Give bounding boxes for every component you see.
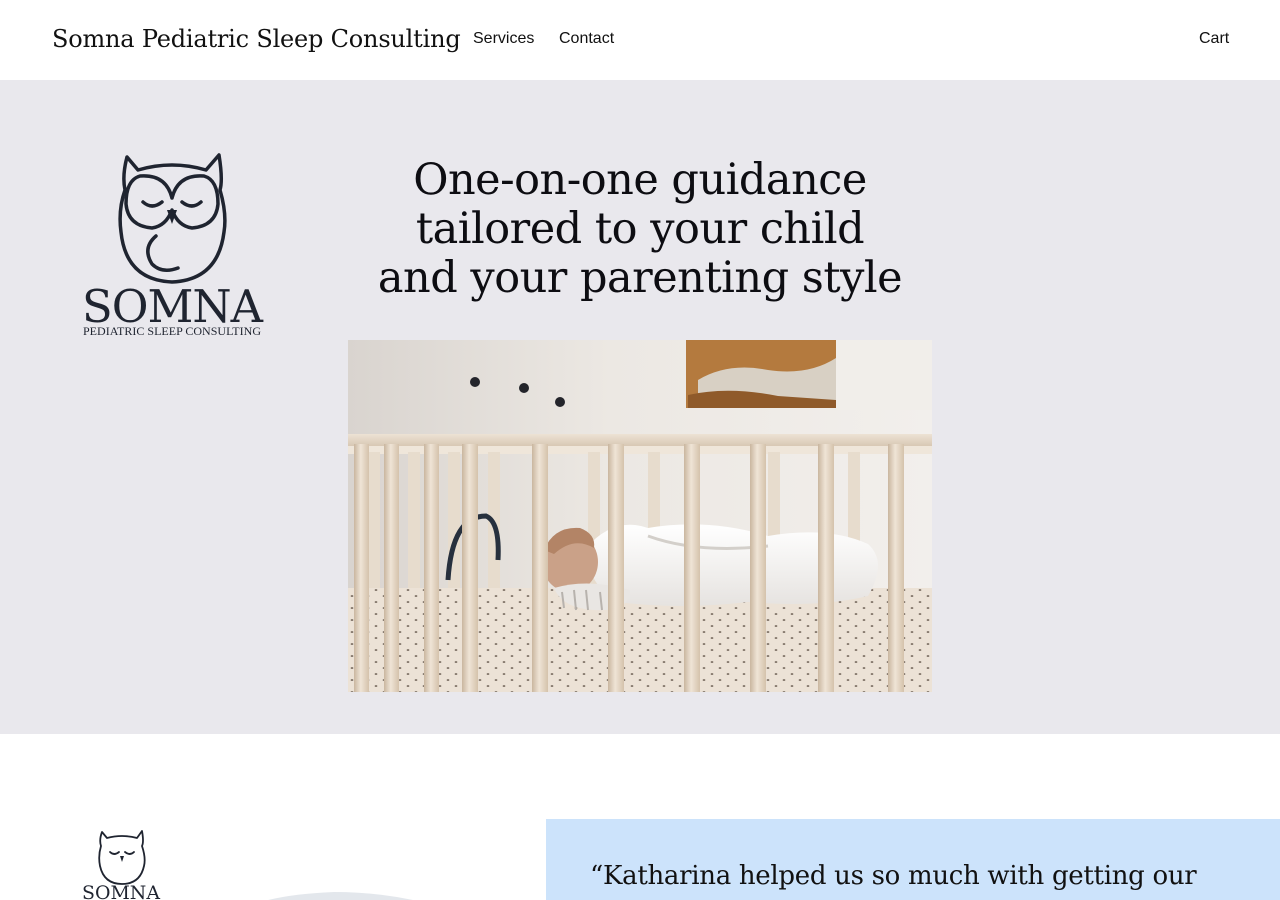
hero-heading-line-1: One-on-one guidance xyxy=(413,155,867,205)
small-logo-wordmark: SOMNA xyxy=(82,882,160,900)
testimonial-section: SOMNA “Katharina helped us so much with … xyxy=(0,734,1280,900)
hero-section: SOMNA PEDIATRIC SLEEP CONSULTING One-on-… xyxy=(0,80,1280,734)
cart-link[interactable]: Cart xyxy=(1199,29,1229,49)
small-owl-logo: SOMNA xyxy=(80,828,164,900)
hero-heading: One-on-one guidance tailored to your chi… xyxy=(340,156,940,303)
testimonial-quote: “Katharina helped us so much with gettin… xyxy=(590,861,1197,900)
nav-services-link[interactable]: Services xyxy=(473,29,534,49)
nav-contact-link[interactable]: Contact xyxy=(559,29,614,49)
logo-tagline: PEDIATRIC SLEEP CONSULTING xyxy=(83,326,261,338)
somna-owl-logo: SOMNA PEDIATRIC SLEEP CONSULTING xyxy=(80,152,264,338)
baby-in-crib-image xyxy=(348,340,932,692)
image-peek xyxy=(254,890,430,900)
site-header: Somna Pediatric Sleep Consulting Service… xyxy=(0,0,1280,80)
testimonial-card: “Katharina helped us so much with gettin… xyxy=(546,819,1280,900)
site-title-link[interactable]: Somna Pediatric Sleep Consulting xyxy=(52,22,461,56)
hero-heading-line-2: tailored to your child xyxy=(415,204,865,254)
hero-heading-line-3: and your parenting style xyxy=(377,253,903,303)
